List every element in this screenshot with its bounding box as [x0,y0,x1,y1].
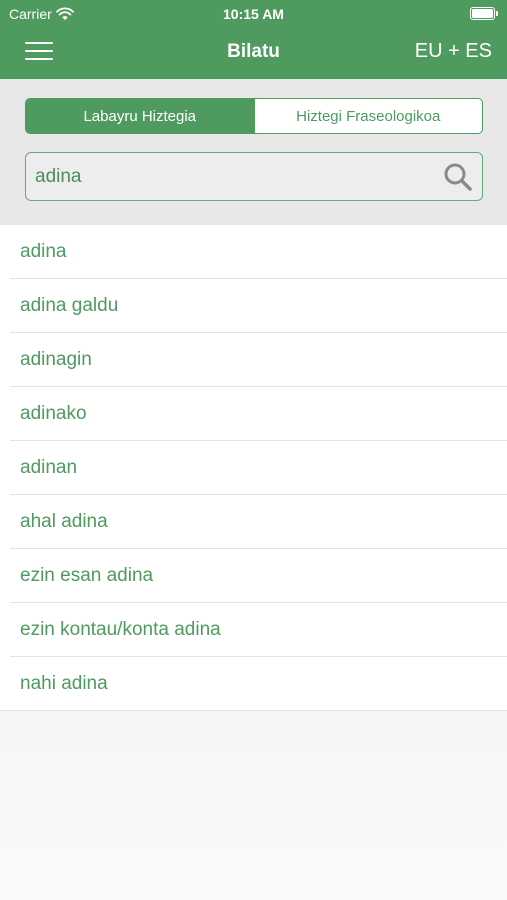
list-item[interactable]: adinan [0,441,507,495]
status-bar: Carrier 10:15 AM [0,0,507,28]
app-screen: Carrier 10:15 AM Bilatu EU + ES Labayru … [0,0,507,900]
search-box [25,152,483,201]
status-time: 10:15 AM [223,6,284,22]
header: Carrier 10:15 AM Bilatu EU + ES [0,0,507,79]
list-item[interactable]: ahal adina [0,495,507,549]
list-item[interactable]: adina [0,225,507,279]
language-selector-button[interactable]: EU + ES [415,40,492,63]
list-item[interactable]: adinagin [0,333,507,387]
list-item[interactable]: ezin esan adina [0,549,507,603]
list-item[interactable]: adina galdu [0,279,507,333]
list-item[interactable]: ezin kontau/konta adina [0,603,507,657]
nav-bar: Bilatu EU + ES [0,28,507,79]
list-item[interactable]: nahi adina [0,657,507,711]
results-list: adina adina galdu adinagin adinako adina… [0,225,507,711]
search-input[interactable] [35,163,435,191]
search-icon[interactable] [443,162,473,192]
search-controls: Labayru Hiztegia Hiztegi Fraseologikoa [0,79,507,225]
dictionary-segmented-control: Labayru Hiztegia Hiztegi Fraseologikoa [25,98,483,134]
segment-hiztegi-fraseologikoa[interactable]: Hiztegi Fraseologikoa [253,99,483,133]
list-item[interactable]: adinako [0,387,507,441]
battery-icon [470,7,498,20]
segment-labayru-hiztegia[interactable]: Labayru Hiztegia [26,99,254,133]
